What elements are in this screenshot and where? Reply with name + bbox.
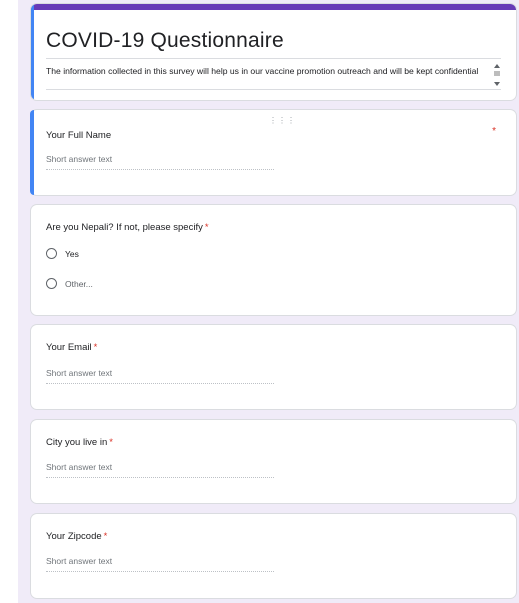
question-card-city[interactable]: City you live in * Short answer text	[31, 420, 516, 503]
question-label: Your Full Name	[46, 130, 111, 141]
required-asterisk: *	[93, 342, 98, 353]
question-title: City you live in	[46, 437, 108, 448]
short-answer-field[interactable]: Short answer text	[46, 556, 274, 572]
question-card-full-name[interactable]: ⋮⋮⋮ Your Full Name * Short answer text	[30, 110, 516, 195]
required-asterisk: *	[492, 126, 496, 137]
form-header-card[interactable]: COVID-19 Questionnaire The information c…	[31, 4, 516, 100]
short-answer-field[interactable]: Short answer text	[46, 462, 274, 478]
required-asterisk: *	[109, 437, 113, 448]
radio-button-icon[interactable]	[46, 278, 57, 289]
description-scrollbar[interactable]	[493, 64, 501, 86]
title-divider	[46, 58, 501, 59]
question-label: City you live in *	[46, 437, 113, 448]
question-label: Your Zipcode *	[46, 531, 107, 542]
scroll-thumb[interactable]	[494, 71, 500, 76]
theme-color-bar	[31, 4, 516, 10]
option-label: Other...	[65, 278, 93, 289]
scroll-down-icon[interactable]	[494, 82, 500, 86]
short-answer-field[interactable]: Short answer text	[46, 154, 274, 170]
question-label: Your Email *	[46, 342, 97, 353]
question-card-zipcode[interactable]: Your Zipcode * Short answer text	[31, 514, 516, 598]
question-label: Are you Nepali? If not, please specify *	[46, 222, 209, 233]
short-answer-field[interactable]: Short answer text	[46, 368, 274, 384]
option-label: Yes	[65, 248, 79, 259]
question-card-email[interactable]: Your Email * Short answer text	[31, 325, 516, 409]
radio-option-other[interactable]: Other...	[46, 278, 93, 289]
question-title: Are you Nepali? If not, please specify	[46, 222, 203, 233]
form-description[interactable]: The information collected in this survey…	[46, 66, 486, 77]
question-card-nationality[interactable]: Are you Nepali? If not, please specify * …	[31, 205, 516, 315]
required-asterisk: *	[204, 222, 209, 233]
radio-button-icon[interactable]	[46, 248, 57, 259]
required-asterisk: *	[103, 531, 108, 542]
selected-indicator	[31, 4, 34, 100]
question-title: Your Email	[46, 342, 92, 353]
question-title: Your Full Name	[46, 130, 112, 141]
description-divider	[46, 89, 501, 90]
drag-handle-icon[interactable]: ⋮⋮⋮	[269, 116, 296, 125]
form-title[interactable]: COVID-19 Questionnaire	[46, 29, 284, 53]
question-title: Your Zipcode	[46, 531, 102, 542]
scroll-up-icon[interactable]	[494, 64, 500, 68]
radio-option-yes[interactable]: Yes	[46, 248, 79, 259]
